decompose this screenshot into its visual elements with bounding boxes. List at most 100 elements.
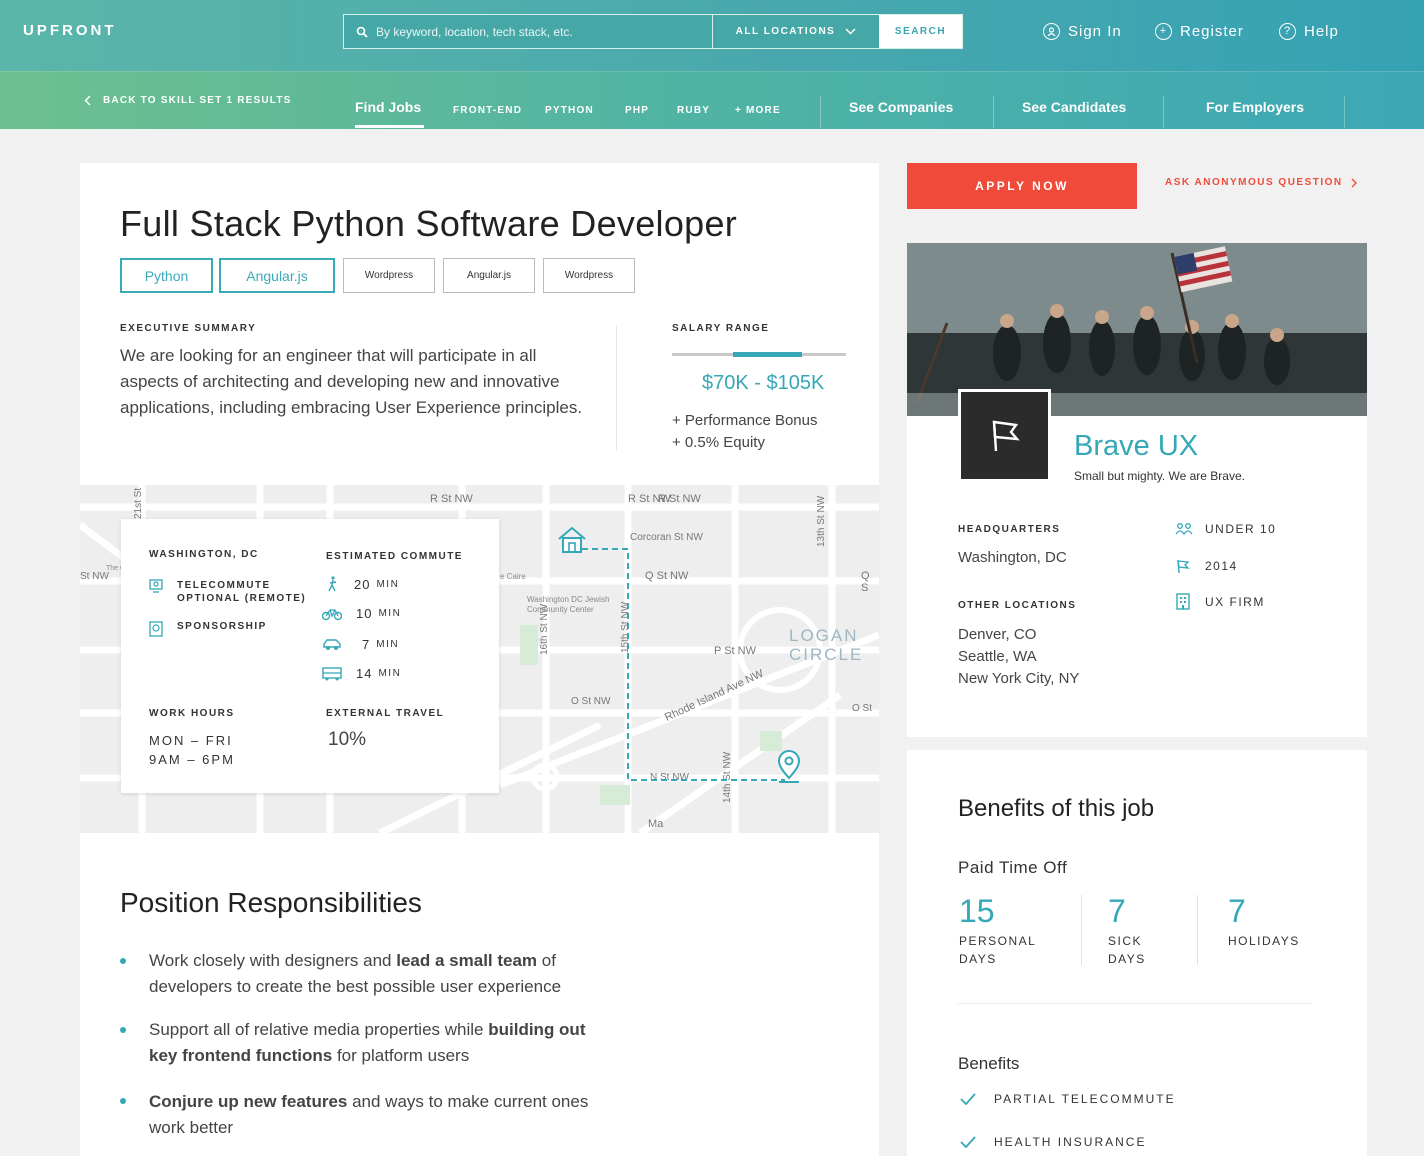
apply-now-button[interactable]: APPLY NOW xyxy=(907,163,1137,209)
active-tab-indicator xyxy=(355,125,424,128)
feature-label: TELECOMMUTE OPTIONAL (REMOTE) xyxy=(177,580,307,604)
resp-bold: building out xyxy=(488,1020,586,1039)
help-link[interactable]: ? Help xyxy=(1279,23,1339,40)
search-input[interactable]: By keyword, location, tech stack, etc. xyxy=(344,15,713,48)
search-button[interactable]: SEARCH xyxy=(879,15,962,48)
commute-walk: 20 MIN xyxy=(326,576,399,592)
pto-personal: 15 PERSONAL DAYS xyxy=(959,893,1036,968)
other-locations-label: OTHER LOCATIONS xyxy=(958,600,1077,611)
street-label: 13th St NW xyxy=(816,495,827,547)
commute-time: 10 xyxy=(356,606,373,621)
register-link[interactable]: + Register xyxy=(1155,23,1244,40)
bus-icon xyxy=(322,666,342,680)
benefits-divider xyxy=(958,1003,1313,1004)
see-companies-link[interactable]: See Companies xyxy=(849,99,953,115)
company-type: UX FIRM xyxy=(1175,593,1265,610)
company-name[interactable]: Brave UX xyxy=(1074,430,1198,463)
location-item: Seattle, WA xyxy=(958,648,1037,665)
commute-time: 14 xyxy=(356,666,373,681)
job-title: Full Stack Python Software Developer xyxy=(120,203,738,244)
summary-label: EXECUTIVE SUMMARY xyxy=(120,323,257,334)
back-link[interactable]: BACK TO SKILL SET 1 RESULTS xyxy=(84,95,292,106)
street-label: R St NW xyxy=(658,493,701,505)
filter-more[interactable]: + MORE xyxy=(735,105,781,116)
skill-tag[interactable]: Python xyxy=(120,258,213,293)
work-hours-line: MON – FRI xyxy=(149,733,233,748)
sign-in-link[interactable]: Sign In xyxy=(1043,23,1122,40)
pto-number: 15 xyxy=(959,893,995,929)
skill-tag[interactable]: Angular.js xyxy=(443,258,535,293)
filter-php[interactable]: PHP xyxy=(625,105,649,116)
company-founded-value: 2014 xyxy=(1205,559,1238,573)
for-employers-link[interactable]: For Employers xyxy=(1206,99,1304,115)
see-candidates-link[interactable]: See Candidates xyxy=(1022,99,1126,115)
external-travel-value: 10% xyxy=(328,729,367,750)
skill-tag[interactable]: Angular.js xyxy=(219,258,335,293)
resp-bold: lead a small team xyxy=(396,951,538,970)
street-label: Q S xyxy=(861,570,870,594)
summary-line: applications, including embracing User E… xyxy=(120,398,583,417)
benefit-label: PARTIAL TELECOMMUTE xyxy=(994,1092,1176,1106)
filter-front-end[interactable]: FRONT-END xyxy=(453,105,522,116)
benefit-item: HEALTH INSURANCE xyxy=(960,1135,1146,1149)
walk-icon xyxy=(328,576,337,592)
question-icon: ? xyxy=(1279,23,1296,40)
pto-divider xyxy=(1197,895,1198,965)
salary-range-bar xyxy=(672,352,846,357)
bullet-dot xyxy=(120,1027,126,1033)
filter-ruby[interactable]: RUBY xyxy=(677,105,710,116)
perk-item: + 0.5% Equity xyxy=(672,434,765,451)
search-bar: By keyword, location, tech stack, etc. A… xyxy=(343,14,963,49)
responsibility-item: Work closely with designers and lead a s… xyxy=(149,948,649,1000)
benefit-item: PARTIAL TELECOMMUTE xyxy=(960,1092,1176,1106)
plus-icon: + xyxy=(1155,23,1172,40)
location-select[interactable]: ALL LOCATIONS xyxy=(713,15,879,48)
help-label: Help xyxy=(1304,23,1339,40)
telecommute-icon xyxy=(149,579,163,593)
salary-value: $70K - $105K xyxy=(702,372,825,394)
summary-line: We are looking for an engineer that will… xyxy=(120,346,537,365)
commute-time: 7 xyxy=(362,637,371,652)
pto-divider xyxy=(1081,895,1082,965)
flag-icon xyxy=(992,420,1020,451)
commute-label: ESTIMATED COMMUTE xyxy=(326,551,463,562)
pto-caption: DAYS xyxy=(1108,952,1146,966)
user-icon xyxy=(1043,23,1060,40)
work-hours-label: WORK HOURS xyxy=(149,708,235,719)
feature-label: SPONSORSHIP xyxy=(177,621,267,632)
bullet-dot xyxy=(120,958,126,964)
chevron-right-icon xyxy=(1351,178,1357,187)
pto-number: 7 xyxy=(1108,893,1126,929)
benefits-title: Benefits of this job xyxy=(958,795,1155,822)
location-item: New York City, NY xyxy=(958,670,1080,687)
sponsorship-icon xyxy=(149,621,163,637)
commute-info-card: WASHINGTON, DC TELECOMMUTE OPTIONAL (REM… xyxy=(121,519,499,793)
commute-unit: MIN xyxy=(376,578,400,590)
find-jobs-tab[interactable]: Find Jobs xyxy=(355,99,421,115)
filter-python[interactable]: PYTHON xyxy=(545,105,594,116)
salary-label: SALARY RANGE xyxy=(672,323,770,334)
company-type-value: UX FIRM xyxy=(1205,594,1265,609)
hq-label: HEADQUARTERS xyxy=(958,524,1061,535)
commute-car: 7 MIN xyxy=(322,637,399,652)
company-logo[interactable] xyxy=(958,389,1051,482)
resp-text: for platform users xyxy=(332,1046,470,1065)
flag-outline-icon xyxy=(1177,559,1190,574)
resp-bold: key frontend functions xyxy=(149,1046,333,1065)
logo[interactable]: UPFRONT xyxy=(23,22,117,39)
summary-divider xyxy=(616,325,617,451)
skill-tag[interactable]: Wordpress xyxy=(543,258,635,293)
search-icon xyxy=(356,26,368,38)
pto-caption: PERSONAL xyxy=(959,934,1037,948)
pto-caption: SICK xyxy=(1108,934,1143,948)
ask-question-link[interactable]: ASK ANONYMOUS QUESTION xyxy=(1165,177,1357,188)
resp-bold: Conjure up new features xyxy=(149,1092,348,1111)
skill-tag[interactable]: Wordpress xyxy=(343,258,435,293)
back-link-label: BACK TO SKILL SET 1 RESULTS xyxy=(103,95,292,106)
street-label: St NW xyxy=(80,571,109,582)
feature-item: TELECOMMUTE OPTIONAL (REMOTE) xyxy=(149,579,317,605)
work-hours: MON – FRI 9AM – 6PM xyxy=(149,731,235,769)
benefits-list-label: Benefits xyxy=(958,1054,1020,1073)
nav-divider xyxy=(1163,96,1164,128)
street-label: R St NW xyxy=(430,493,473,505)
